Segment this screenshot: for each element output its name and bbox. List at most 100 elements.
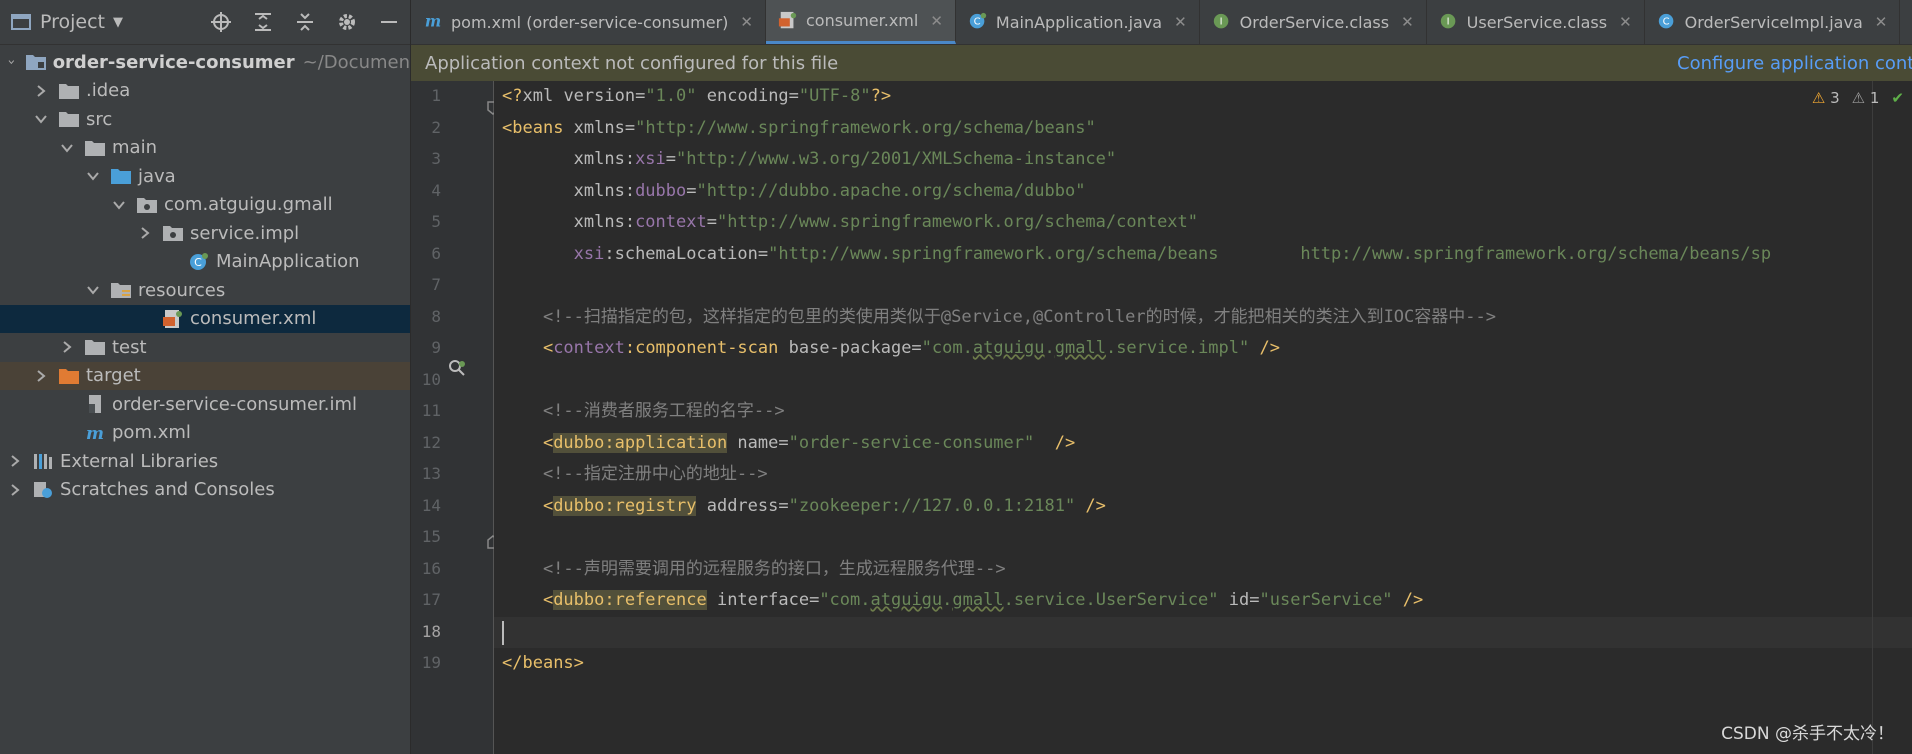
close-icon[interactable]: ✕ <box>1401 13 1414 31</box>
code-token: < <box>502 432 554 453</box>
code-line[interactable]: xsi:schemaLocation="http://www.springfra… <box>494 239 1912 270</box>
code-line[interactable] <box>494 616 1912 648</box>
chevron-down-icon[interactable] <box>34 112 48 126</box>
line-number: 14 <box>421 495 441 515</box>
code-line[interactable]: xmlns:xsi="http://www.w3.org/2001/XMLSch… <box>494 144 1912 175</box>
editor-tab[interactable]: consumer.xml ✕ <box>765 0 956 44</box>
hide-icon[interactable] <box>378 11 400 33</box>
code-token: . <box>942 590 953 610</box>
tree-item[interactable]: resources <box>0 276 410 304</box>
code-line[interactable]: <dubbo:application name="order-service-c… <box>494 428 1912 459</box>
configure-context-link[interactable]: Configure application cont <box>1677 53 1912 74</box>
project-view-title[interactable]: Project <box>40 11 105 33</box>
code-line[interactable]: <!--扫描指定的包，这样指定的包里的类使用类似于@Service,@Contr… <box>494 302 1912 333</box>
editor-tab[interactable]: I OrderService.class ✕ <box>1200 0 1427 44</box>
tree-item[interactable]: src <box>0 105 410 133</box>
tree-item[interactable]: m pom.xml <box>0 419 410 447</box>
chevron-right-icon[interactable] <box>8 483 22 497</box>
project-view-icon[interactable] <box>10 11 32 33</box>
code-text: <?xml version="1.0" encoding="UTF-8"?> <box>502 81 891 112</box>
code-text: <!--声明需要调用的远程服务的接口，生成远程服务代理--> <box>502 554 1006 585</box>
editor-tab[interactable]: m pom.xml (order-service-consumer) ✕ <box>411 0 766 44</box>
code-token: xsi <box>635 149 666 169</box>
code-line[interactable] <box>494 365 1912 396</box>
code-line[interactable]: <context:component-scan base-package="co… <box>494 333 1912 364</box>
code-line[interactable]: <!--消费者服务工程的名字--> <box>494 396 1912 427</box>
close-icon[interactable]: ✕ <box>740 13 753 31</box>
code-line[interactable]: </beans> <box>494 648 1912 679</box>
editor-tab[interactable]: I UserService.class ✕ <box>1427 0 1645 44</box>
code-token: beans <box>522 653 574 673</box>
tree-item[interactable]: service.impl <box>0 219 410 247</box>
chevron-right-icon[interactable] <box>34 84 48 98</box>
chevron-down-icon[interactable] <box>86 283 100 297</box>
chevron-right-icon[interactable] <box>8 454 22 468</box>
chevron-down-icon[interactable] <box>60 141 74 155</box>
code-line[interactable]: <?xml version="1.0" encoding="UTF-8"?> <box>494 81 1912 112</box>
line-number-gutter[interactable]: 1 2 3 4 5 6 7 8 9 10 11 12 13 14 15 16 17 18 19 <box>411 81 526 754</box>
tree-item[interactable]: test <box>0 333 410 361</box>
code-token: /> <box>1034 432 1076 453</box>
line-number: 8 <box>431 306 441 326</box>
component-scan-gutter-icon[interactable] <box>447 358 467 378</box>
weak-warning-counter[interactable]: ⚠ 1 <box>1852 89 1880 107</box>
tree-item[interactable]: consumer.xml <box>0 304 410 333</box>
code-line[interactable] <box>494 522 1912 553</box>
close-icon[interactable]: ✕ <box>1174 13 1187 31</box>
code-line[interactable]: xmlns:dubbo="http://dubbo.apache.org/sch… <box>494 176 1912 207</box>
tree-item[interactable]: External Libraries <box>0 447 410 475</box>
chevron-down-icon[interactable] <box>112 198 126 212</box>
code-line[interactable]: <!--声明需要调用的远程服务的接口，生成远程服务代理--> <box>494 554 1912 585</box>
close-icon[interactable]: ✕ <box>1875 13 1888 31</box>
code-line[interactable]: xmlns:context="http://www.springframewor… <box>494 207 1912 238</box>
warning-counter[interactable]: ⚠ 3 <box>1812 89 1840 107</box>
tree-item[interactable]: C MainApplication <box>0 248 410 276</box>
tree-item[interactable]: order-service-consumer ~/Documen <box>0 48 410 76</box>
spring-class-icon: C <box>968 12 988 32</box>
code-token: version <box>563 86 636 106</box>
code-text: </beans> <box>502 648 584 679</box>
close-icon[interactable]: ✕ <box>930 12 943 30</box>
line-number: 1 <box>431 86 441 105</box>
editor-tab[interactable]: C OrderServiceImpl.java ✕ <box>1645 0 1901 44</box>
line-number: 6 <box>431 243 441 263</box>
code-token: dubbo:application <box>553 432 728 453</box>
chevron-down-icon[interactable] <box>8 55 15 69</box>
code-editor[interactable]: </beans> <dubbo:reference interface="com… <box>494 81 1912 754</box>
code-token: xmlns <box>573 117 625 138</box>
inspection-widget[interactable]: ⚠ 3 ⚠ 1 ✔ <box>1812 89 1904 107</box>
code-token: interface= <box>706 590 820 610</box>
chevron-right-icon[interactable] <box>34 369 48 383</box>
code-line[interactable] <box>494 270 1912 301</box>
chevron-right-icon[interactable] <box>60 340 74 354</box>
check-icon[interactable]: ✔ <box>1891 89 1904 107</box>
code-token: <? <box>502 86 523 106</box>
tree-item[interactable]: .idea <box>0 77 410 105</box>
line-number: 10 <box>421 369 441 389</box>
code-token: encoding <box>706 86 789 106</box>
tree-item[interactable]: order-service-consumer.iml <box>0 390 410 418</box>
collapse-all-icon[interactable] <box>294 11 316 33</box>
tree-item[interactable]: java <box>0 162 410 190</box>
editor-tab[interactable]: C MainApplication.java ✕ <box>956 0 1200 44</box>
tree-item[interactable]: Scratches and Consoles <box>0 476 410 504</box>
chevron-down-icon[interactable]: ▼ <box>113 15 123 30</box>
chevron-down-icon[interactable] <box>86 169 100 183</box>
code-line[interactable]: <dubbo:reference interface="com.atguigu.… <box>494 585 1912 616</box>
tree-item[interactable]: target <box>0 361 410 390</box>
tree-item[interactable]: main <box>0 134 410 162</box>
tree-item-label: target <box>86 365 141 386</box>
code-token: /> <box>1249 338 1280 358</box>
svg-text:m: m <box>425 13 441 31</box>
chevron-right-icon[interactable] <box>138 226 152 240</box>
code-token: "1.0" <box>645 86 697 106</box>
code-line[interactable]: <!--指定注册中心的地址--> <box>494 459 1912 490</box>
tree-item[interactable]: com.atguigu.gmall <box>0 191 410 219</box>
gear-icon[interactable] <box>336 11 358 33</box>
code-line[interactable]: <dubbo:registry address="zookeeper://127… <box>494 491 1912 522</box>
close-icon[interactable]: ✕ <box>1619 13 1632 31</box>
right-margin-guide <box>1872 81 1873 754</box>
locate-icon[interactable] <box>210 11 232 33</box>
code-line[interactable]: <beans xmlns="http://www.springframework… <box>494 113 1912 144</box>
expand-all-icon[interactable] <box>252 11 274 33</box>
